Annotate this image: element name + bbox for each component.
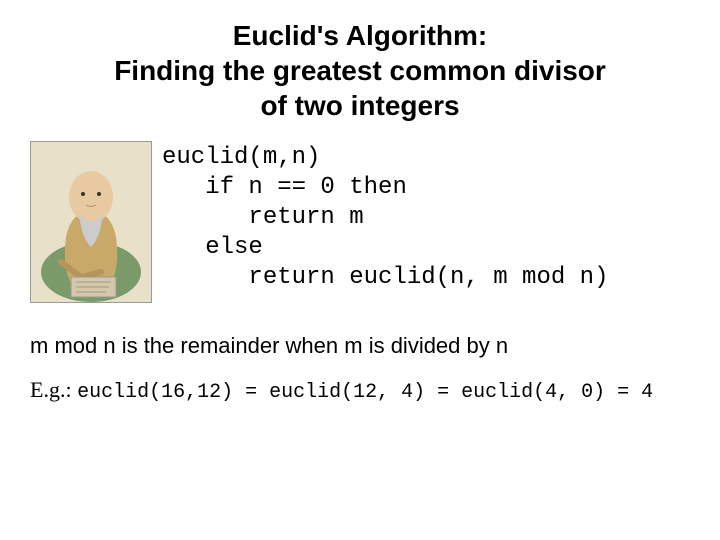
euclid-portrait [30,141,152,303]
slide-title: Euclid's Algorithm: Finding the greatest… [30,18,690,123]
pseudocode: euclid(m,n) if n == 0 then return m else… [162,141,608,293]
example-line: E.g.: euclid(16,12) = euclid(12, 4) = eu… [30,377,690,404]
content-row: euclid(m,n) if n == 0 then return m else… [30,141,690,303]
example-code: euclid(16,12) = euclid(12, 4) = euclid(4… [77,381,653,404]
explanation-text: m mod n is the remainder when m is divid… [30,333,690,359]
euclid-portrait-svg [31,142,151,302]
slide: Euclid's Algorithm: Finding the greatest… [0,0,720,540]
example-prefix: E.g.: [30,377,77,402]
